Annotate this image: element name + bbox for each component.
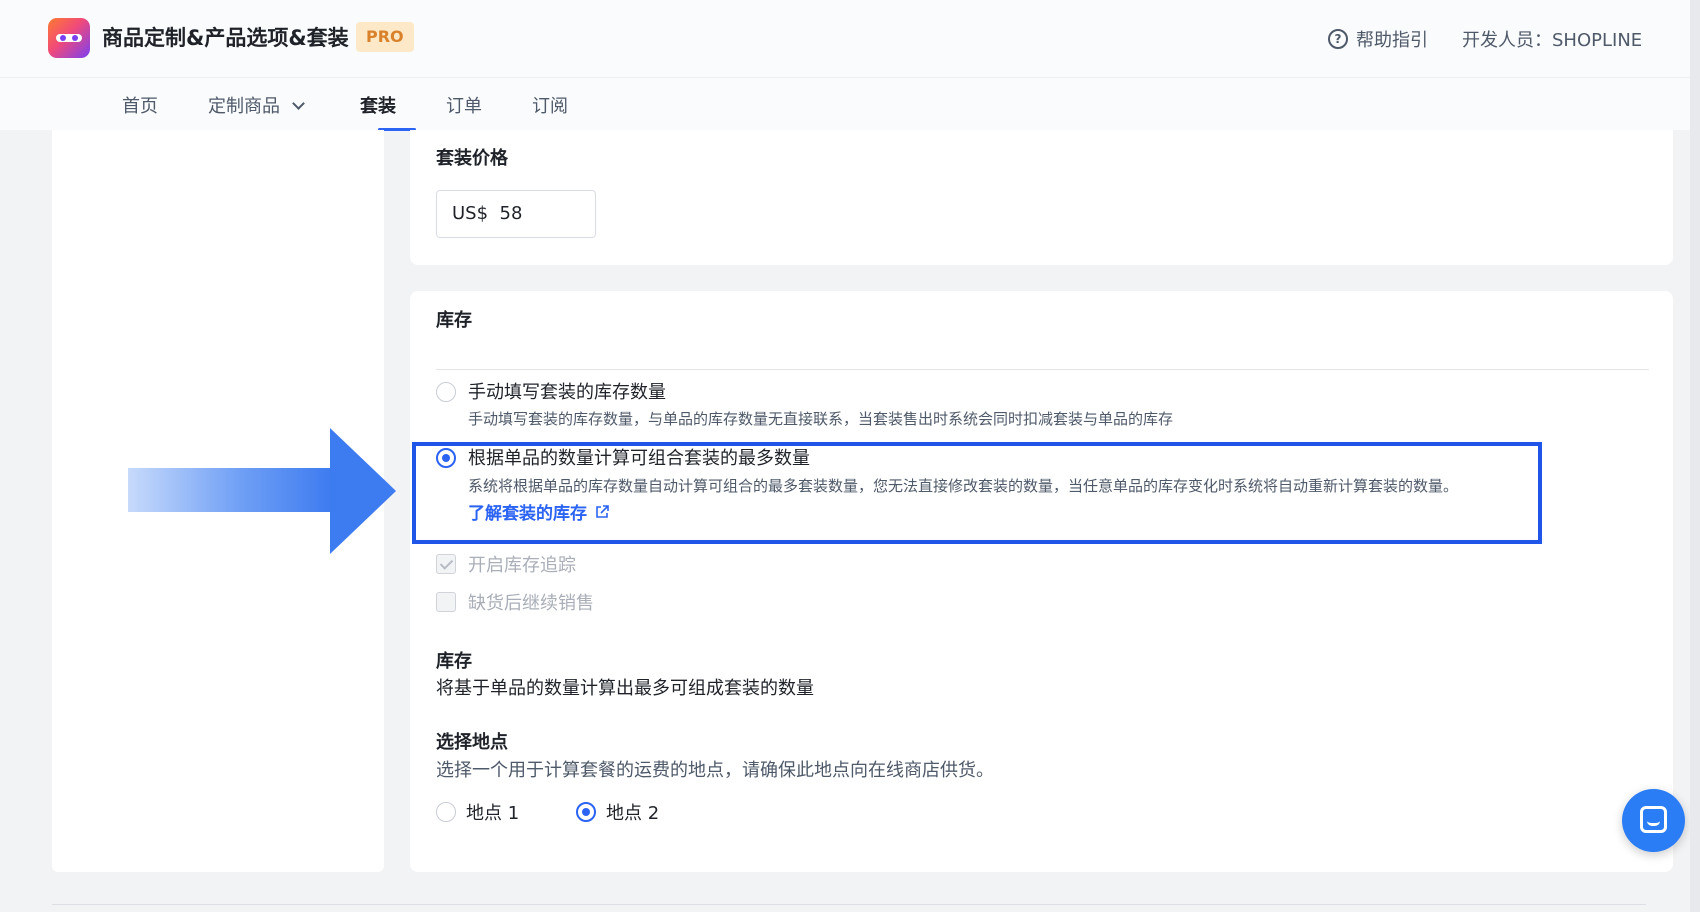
manual-stock-description: 手动填写套装的库存数量，与单品的库存数量无直接联系，当套装售出时系统会同时扣减套… bbox=[468, 410, 1174, 428]
section-divider bbox=[436, 369, 1649, 370]
highlight-box bbox=[412, 442, 1542, 544]
manual-stock-radio[interactable] bbox=[436, 382, 456, 402]
pro-badge: PRO bbox=[356, 22, 414, 52]
chat-icon bbox=[1640, 806, 1667, 833]
bundle-price-label: 套装价格 bbox=[436, 148, 508, 169]
location-description: 选择一个用于计算套餐的运费的地点，请确保此地点向在线商店供货。 bbox=[436, 760, 994, 781]
location-1-label: 地点 1 bbox=[466, 803, 520, 824]
track-inventory-label: 开启库存追踪 bbox=[468, 555, 576, 576]
developer-label: 开发人员：SHOPLINE bbox=[1462, 30, 1643, 51]
page-scrollbar[interactable] bbox=[1690, 0, 1700, 912]
chevron-down-icon bbox=[292, 97, 305, 110]
pointer-arrow-icon bbox=[128, 468, 333, 512]
tab-bundles[interactable]: 套装 bbox=[360, 92, 396, 118]
continue-selling-label: 缺货后继续销售 bbox=[468, 593, 594, 614]
app-title: 商品定制&产品选项&套装 bbox=[102, 26, 349, 50]
question-circle-icon: ? bbox=[1328, 29, 1348, 49]
bundle-price-input[interactable]: US$ 58 bbox=[436, 190, 596, 238]
tab-custom-products-label: 定制商品 bbox=[208, 96, 280, 117]
tab-custom-products[interactable]: 定制商品 bbox=[208, 92, 305, 118]
currency-prefix: US$ bbox=[452, 203, 489, 224]
continue-selling-checkbox[interactable] bbox=[436, 592, 456, 612]
tab-orders[interactable]: 订单 bbox=[446, 92, 482, 118]
main-nav: 首页 定制商品 套装 订单 订阅 bbox=[0, 78, 1700, 130]
inventory-section-title: 库存 bbox=[436, 310, 472, 331]
manual-stock-title: 手动填写套装的库存数量 bbox=[468, 382, 666, 403]
price-value: 58 bbox=[499, 203, 523, 224]
location-title: 选择地点 bbox=[436, 732, 508, 753]
top-bar: 商品定制&产品选项&套装 PRO ? 帮助指引 开发人员：SHOPLINE bbox=[0, 0, 1700, 78]
pointer-arrow-head-icon bbox=[330, 428, 396, 554]
tab-subscriptions[interactable]: 订阅 bbox=[532, 92, 568, 118]
bundle-price-card bbox=[410, 130, 1673, 265]
track-inventory-checkbox[interactable] bbox=[436, 554, 456, 574]
location-1-radio[interactable] bbox=[436, 802, 456, 822]
tab-home[interactable]: 首页 bbox=[122, 92, 158, 118]
chat-support-button[interactable] bbox=[1622, 789, 1685, 852]
stock-title: 库存 bbox=[436, 651, 472, 672]
location-2-radio[interactable] bbox=[576, 802, 596, 822]
footer-divider bbox=[52, 904, 1646, 905]
app-logo-icon bbox=[48, 18, 90, 58]
help-guide-link[interactable]: ? 帮助指引 bbox=[1328, 26, 1428, 52]
location-2-label: 地点 2 bbox=[606, 803, 660, 824]
help-guide-label: 帮助指引 bbox=[1356, 30, 1428, 51]
stock-description: 将基于单品的数量计算出最多可组成套装的数量 bbox=[436, 678, 814, 699]
